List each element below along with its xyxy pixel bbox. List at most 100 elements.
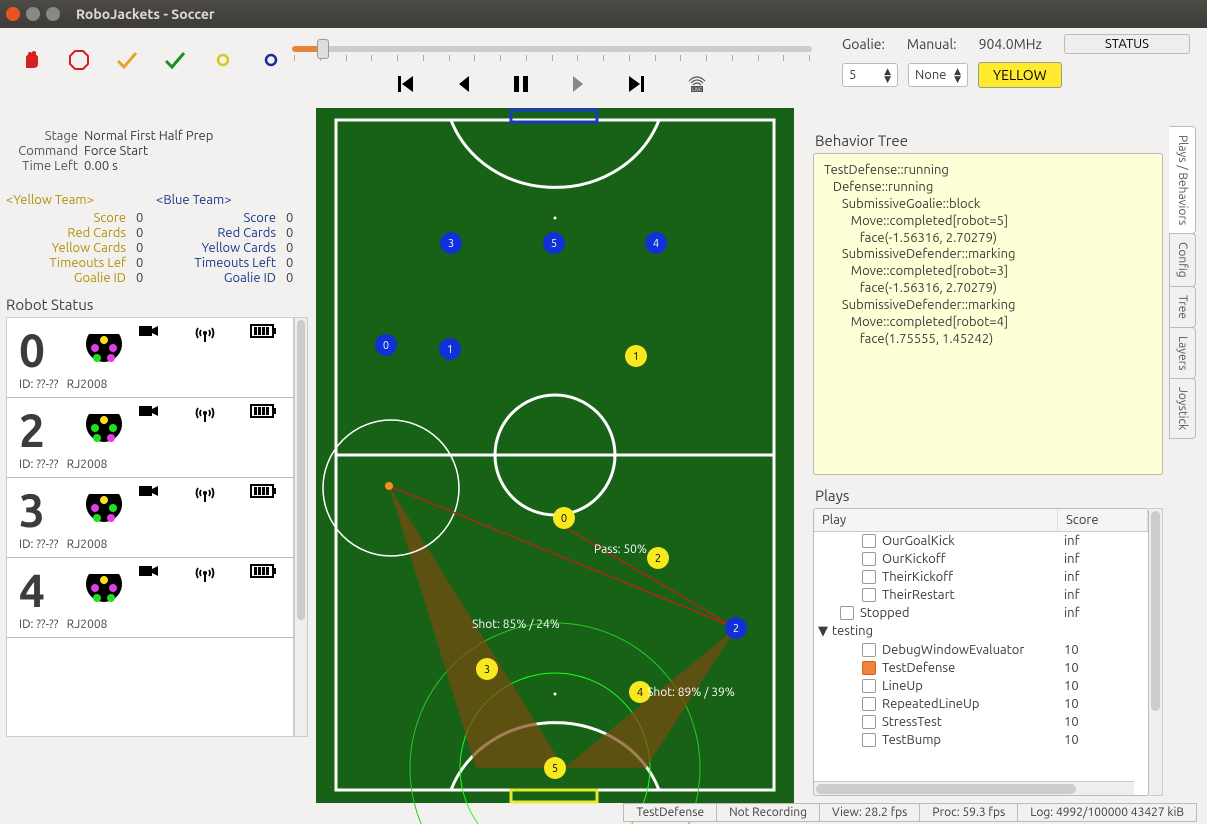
yellow-team-stats: <Yellow Team> Score0Red Cards0Yellow Car… [6, 193, 156, 286]
svg-text:Shot: 85% / 24%: Shot: 85% / 24% [472, 618, 560, 631]
play-row[interactable]: OurKickoff inf [814, 550, 1148, 568]
robot-number: 4 [19, 564, 69, 616]
play-checkbox[interactable] [862, 661, 876, 675]
side-tab[interactable]: Joystick [1169, 378, 1196, 439]
timeline-slider[interactable] [292, 46, 812, 52]
live-icon[interactable]: LIVE [687, 75, 707, 96]
play-name: TestBump [882, 733, 1064, 747]
step-forward-icon[interactable] [571, 75, 585, 96]
battery-icon [251, 564, 277, 585]
svg-text:2: 2 [655, 553, 661, 565]
play-checkbox[interactable] [862, 534, 876, 548]
side-tabs: Plays / BehaviorsConfigTreeLayersJoystic… [1169, 126, 1207, 438]
play-checkbox[interactable] [862, 643, 876, 657]
play-score: inf [1064, 606, 1144, 620]
robot-card[interactable]: 4 ID: ??-?? RJ2008 [7, 558, 293, 638]
pause-icon[interactable] [513, 75, 529, 96]
robot-id: ID: ??-?? [19, 618, 58, 631]
robot-status-list: 0 ID: ??-?? RJ20082 ID: ??-?? RJ20083 ID… [6, 317, 294, 737]
step-back-icon[interactable] [457, 75, 471, 96]
skip-end-icon[interactable] [627, 75, 645, 96]
plays-hscrollbar[interactable] [814, 781, 1134, 795]
play-checkbox[interactable] [862, 570, 876, 584]
play-row[interactable]: TheirKickoff inf [814, 568, 1148, 586]
octagon-stop-icon[interactable] [68, 49, 90, 71]
robot-list-scrollbar[interactable] [294, 317, 308, 737]
status-bar: TestDefense Not Recording View: 28.2 fps… [0, 800, 1207, 824]
play-row[interactable]: TestBump 10 [814, 731, 1148, 749]
plays-vscrollbar[interactable] [1149, 508, 1163, 796]
play-score: 10 [1064, 661, 1144, 675]
status-play: TestDefense [623, 803, 717, 822]
play-checkbox[interactable] [862, 697, 876, 711]
play-name: Stopped [860, 606, 1064, 620]
play-score: inf [1064, 570, 1144, 584]
play-score: 10 [1064, 715, 1144, 729]
play-checkbox[interactable] [862, 679, 876, 693]
manual-select[interactable]: None▲▼ [908, 63, 968, 87]
svg-text:5: 5 [551, 238, 557, 250]
play-row[interactable]: RepeatedLineUp 10 [814, 695, 1148, 713]
goalie-spinner[interactable]: 5▲▼ [842, 63, 898, 87]
robot-card[interactable]: 0 ID: ??-?? RJ2008 [7, 318, 293, 398]
svg-text:3: 3 [484, 664, 490, 676]
robot-card[interactable]: 3 ID: ??-?? RJ2008 [7, 478, 293, 558]
play-group[interactable]: ▼testing [814, 622, 1148, 641]
side-tab[interactable]: Layers [1169, 327, 1196, 379]
play-row[interactable]: LineUp 10 [814, 677, 1148, 695]
robot-shell-icon [83, 406, 125, 448]
circle-blue-icon[interactable] [260, 49, 282, 71]
status-proc-fps: Proc: 59.3 fps [919, 803, 1018, 822]
battery-icon [251, 484, 277, 505]
svg-text:2: 2 [733, 623, 739, 635]
hand-stop-icon[interactable] [20, 49, 42, 71]
svg-text:4: 4 [637, 687, 643, 699]
play-checkbox[interactable] [862, 715, 876, 729]
play-checkbox[interactable] [862, 588, 876, 602]
window-close-icon[interactable] [6, 7, 20, 21]
play-name: StressTest [882, 715, 1064, 729]
robot-number: 2 [19, 404, 69, 456]
robot-version: RJ2008 [67, 538, 108, 551]
window-maximize-icon[interactable] [46, 7, 60, 21]
play-score: 10 [1064, 697, 1144, 711]
check-yellow-icon[interactable] [116, 49, 138, 71]
play-row[interactable]: TestDefense 10 [814, 659, 1148, 677]
svg-text:5: 5 [552, 763, 558, 775]
behavior-tree-title: Behavior Tree [815, 132, 1163, 149]
side-tab[interactable]: Tree [1169, 286, 1196, 328]
play-checkbox[interactable] [862, 552, 876, 566]
camera-icon [139, 324, 159, 345]
play-score: 10 [1064, 679, 1144, 693]
camera-icon [139, 404, 159, 425]
slider-thumb-icon[interactable] [317, 39, 329, 59]
freq-label: 904.0MHz [979, 36, 1042, 52]
robot-card[interactable]: 2 ID: ??-?? RJ2008 [7, 398, 293, 478]
play-row[interactable]: TheirRestart inf [814, 586, 1148, 604]
play-row[interactable]: Stopped inf [814, 604, 1148, 622]
side-tab[interactable]: Plays / Behaviors [1169, 126, 1196, 234]
play-score: inf [1064, 534, 1144, 548]
svg-text:1: 1 [633, 351, 639, 363]
soccer-field[interactable]: 3 5 4 0 1 2 1 0 2 3 4 5 Pass: 50% Shot: … [316, 108, 794, 806]
play-checkbox[interactable] [840, 606, 854, 620]
svg-text:3: 3 [448, 238, 454, 250]
status-log: Log: 4992/100000 43427 kiB [1017, 803, 1197, 822]
skip-start-icon[interactable] [397, 75, 415, 96]
play-checkbox[interactable] [862, 733, 876, 747]
play-row[interactable]: OurGoalKick inf [814, 532, 1148, 550]
status-view-fps: View: 28.2 fps [819, 803, 920, 822]
window-minimize-icon[interactable] [26, 7, 40, 21]
circle-yellow-icon[interactable] [212, 49, 234, 71]
status-button[interactable]: STATUS [1064, 34, 1190, 54]
svg-text:0: 0 [561, 513, 567, 525]
play-row[interactable]: DebugWindowEvaluator 10 [814, 641, 1148, 659]
camera-icon [139, 564, 159, 585]
side-tab[interactable]: Config [1169, 233, 1196, 287]
team-color-button[interactable]: YELLOW [978, 62, 1062, 88]
play-row[interactable]: StressTest 10 [814, 713, 1148, 731]
check-green-icon[interactable] [164, 49, 186, 71]
play-name: RepeatedLineUp [882, 697, 1064, 711]
play-name: OurKickoff [882, 552, 1064, 566]
antenna-icon [195, 404, 215, 425]
